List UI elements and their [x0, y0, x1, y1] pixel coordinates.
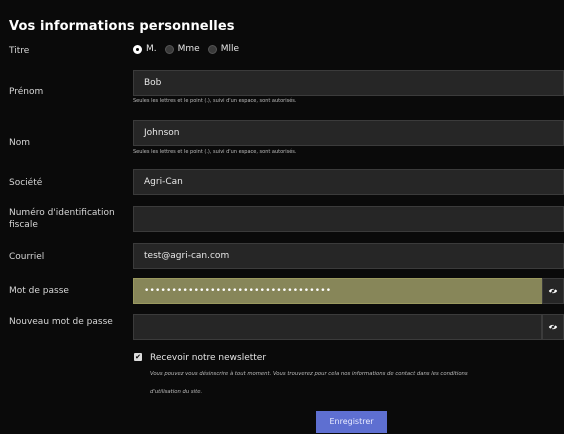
radio-mr-dot[interactable] [133, 44, 142, 54]
company-label: Société [9, 178, 43, 188]
newsletter-note-line2: d'utilisation du site. [150, 389, 203, 395]
tax-id-label: Numéro d'identification fiscale [9, 208, 115, 230]
radio-mrs-dot[interactable] [164, 44, 174, 54]
last-name-label: Nom [9, 138, 31, 148]
newsletter-note-line1: Vous pouvez vous désinscrire à tout mome… [150, 371, 468, 377]
title-label: Titre [9, 46, 30, 56]
email-field[interactable]: test@agri-can.com [133, 243, 564, 269]
email-label: Courriel [9, 252, 45, 262]
new-password-label: Nouveau mot de passe [9, 317, 113, 327]
last-name-hint: Seules les lettres et le point (.), suiv… [133, 149, 297, 155]
first-name-field[interactable]: Bob [133, 70, 564, 96]
password-field[interactable]: •••••••••••••••••••••••••••••••••• [133, 278, 564, 304]
password-label: Mot de passe [9, 286, 69, 296]
save-button[interactable]: Enregistrer [316, 411, 387, 433]
radio-miss-label: Mlle [220, 44, 240, 54]
radio-mrs[interactable]: Mme [164, 44, 200, 54]
new-password-field[interactable] [133, 314, 542, 340]
page-title: Vos informations personnelles [9, 19, 235, 34]
last-name-field[interactable]: Johnson [133, 120, 564, 146]
radio-mrs-label: Mme [177, 44, 200, 54]
radio-mr[interactable]: M. [133, 44, 157, 54]
newsletter-checkbox[interactable]: ✔ [134, 353, 142, 361]
first-name-label: Prénom [9, 87, 44, 97]
tax-id-field[interactable] [133, 206, 564, 232]
first-name-hint: Seules les lettres et le point (.), suiv… [133, 98, 297, 104]
show-password-button[interactable] [542, 278, 564, 304]
show-new-password-button[interactable] [542, 314, 564, 340]
newsletter-label: Recevoir notre newsletter [150, 353, 267, 363]
password-value: •••••••••••••••••••••••••••••••••• [144, 286, 332, 296]
company-field[interactable]: Agri-Can [133, 169, 564, 195]
radio-mr-label: M. [146, 44, 157, 54]
eye-slash-icon [548, 287, 558, 295]
eye-slash-icon [548, 323, 558, 331]
radio-miss-dot[interactable] [207, 44, 217, 54]
radio-miss[interactable]: Mlle [207, 44, 240, 54]
title-radio-group: M. Mme Mlle [133, 44, 247, 54]
